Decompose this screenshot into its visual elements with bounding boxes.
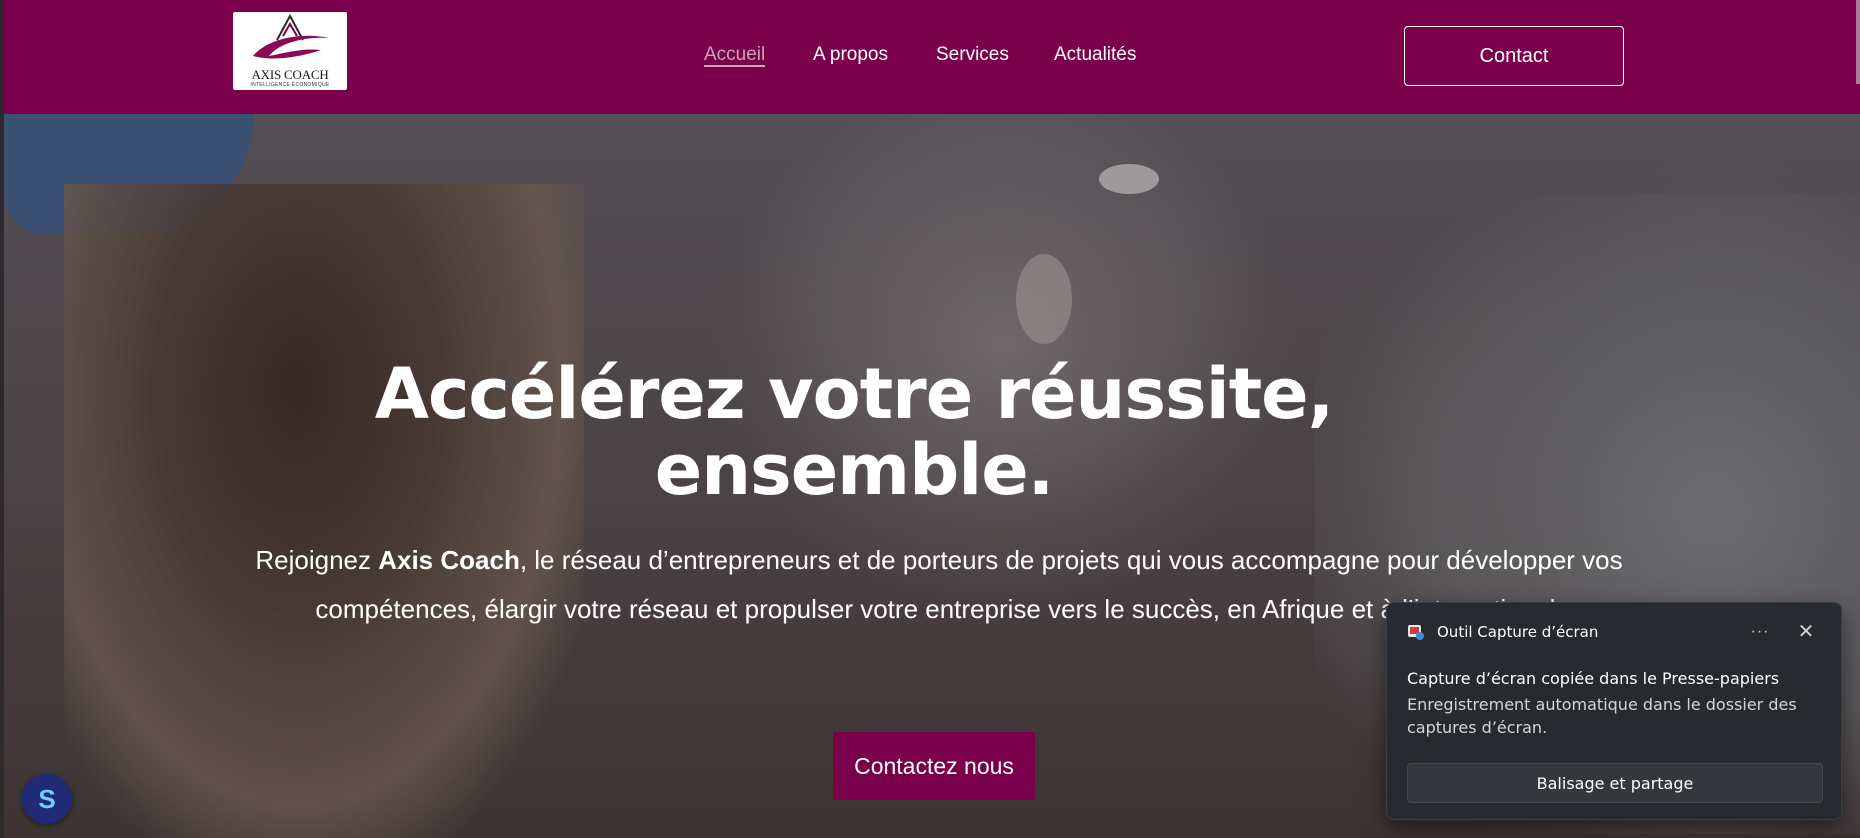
balisage-et-partage-button[interactable]: Balisage et partage — [1407, 763, 1823, 803]
nav-actualites-label: Actualités — [1054, 44, 1137, 65]
toast-title: Capture d’écran copiée dans le Presse-pa… — [1407, 669, 1780, 688]
hero-title: Accélérez votre réussite, ensemble. — [4, 356, 1704, 508]
site-header: AXIS COACH INTELLIGENCE ÉCONOMIQUE Accue… — [4, 0, 1860, 114]
snipping-tool-notification[interactable]: Outil Capture d’écran ··· ✕ Capture d’éc… — [1386, 602, 1842, 820]
toast-body: Enregistrement automatique dans le dossi… — [1407, 695, 1797, 737]
active-nav-underline — [704, 65, 766, 67]
ellipsis-icon[interactable]: ··· — [1745, 617, 1775, 647]
hero-title-line1: Accélérez votre réussite, — [374, 353, 1334, 435]
nav-a-propos-label: A propos — [813, 44, 888, 65]
close-icon[interactable]: ✕ — [1791, 617, 1821, 647]
contact-button[interactable]: Contact — [1404, 26, 1624, 86]
nav-a-propos[interactable]: A propos — [813, 44, 888, 66]
nav-accueil[interactable]: Accueil — [704, 44, 766, 67]
hero-subtitle-intro: Rejoignez — [255, 545, 379, 575]
logo-subtext: INTELLIGENCE ÉCONOMIQUE — [250, 82, 330, 88]
hero-subtitle-brand: Axis Coach — [378, 545, 520, 575]
page-scrollbar[interactable] — [1856, 0, 1860, 84]
contactez-nous-button[interactable]: Contactez nous — [833, 732, 1035, 800]
nav-accueil-label: Accueil — [704, 44, 766, 65]
nav-services[interactable]: Services — [936, 44, 1009, 66]
nav-actualites[interactable]: Actualités — [1054, 44, 1136, 66]
snipping-tool-app-icon — [1408, 625, 1424, 640]
nav-services-label: Services — [936, 44, 1009, 65]
chat-widget-icon[interactable]: S — [22, 774, 72, 824]
hero-title-line2: ensemble. — [654, 429, 1055, 511]
toast-app-name: Outil Capture d’écran — [1437, 623, 1599, 641]
